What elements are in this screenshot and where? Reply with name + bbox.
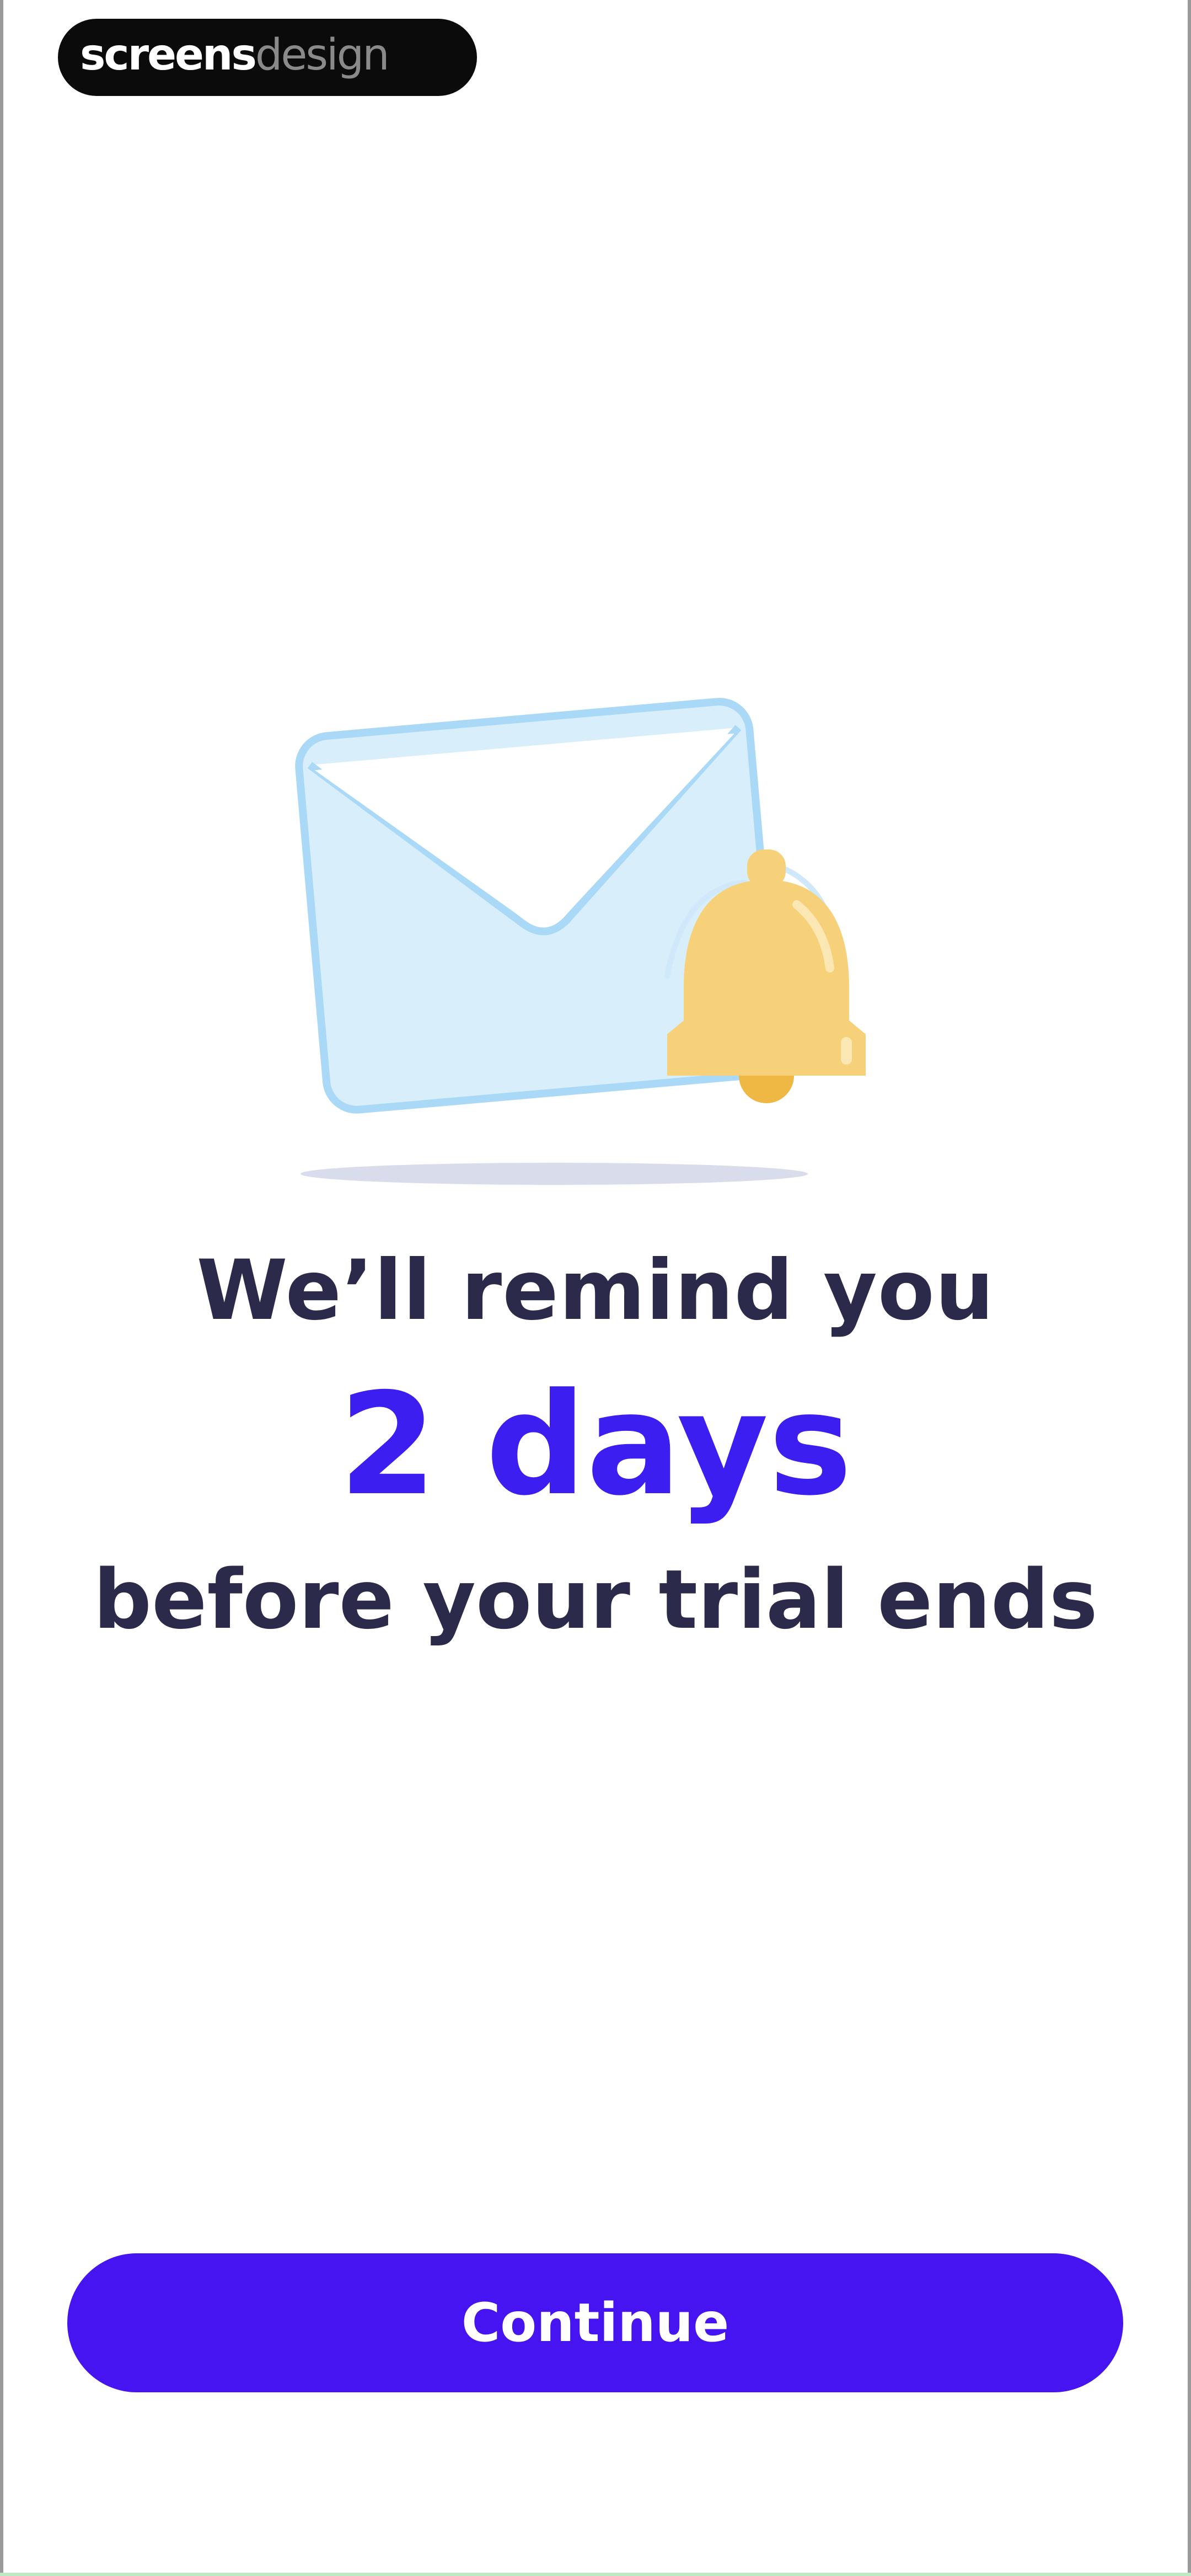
reminder-illustration <box>287 667 921 1197</box>
watermark-logo: screensdesign <box>80 30 390 80</box>
reminder-subtext: before your trial ends <box>93 1552 1098 1647</box>
reminder-days-highlight: 2 days <box>339 1363 852 1527</box>
reminder-heading: We’ll remind you <box>196 1243 995 1339</box>
continue-button[interactable]: Continue <box>67 2253 1123 2392</box>
screensdesign-watermark: screensdesign <box>58 19 477 96</box>
illustration-shadow <box>301 1163 808 1185</box>
envelope-bell-graphic <box>295 698 866 1185</box>
frame-edge-bottom <box>0 2573 1191 2576</box>
svg-text:screensdesign: screensdesign <box>80 30 388 80</box>
trial-reminder-screen: screensdesign We’ll remind you 2 days be… <box>0 0 1191 2576</box>
